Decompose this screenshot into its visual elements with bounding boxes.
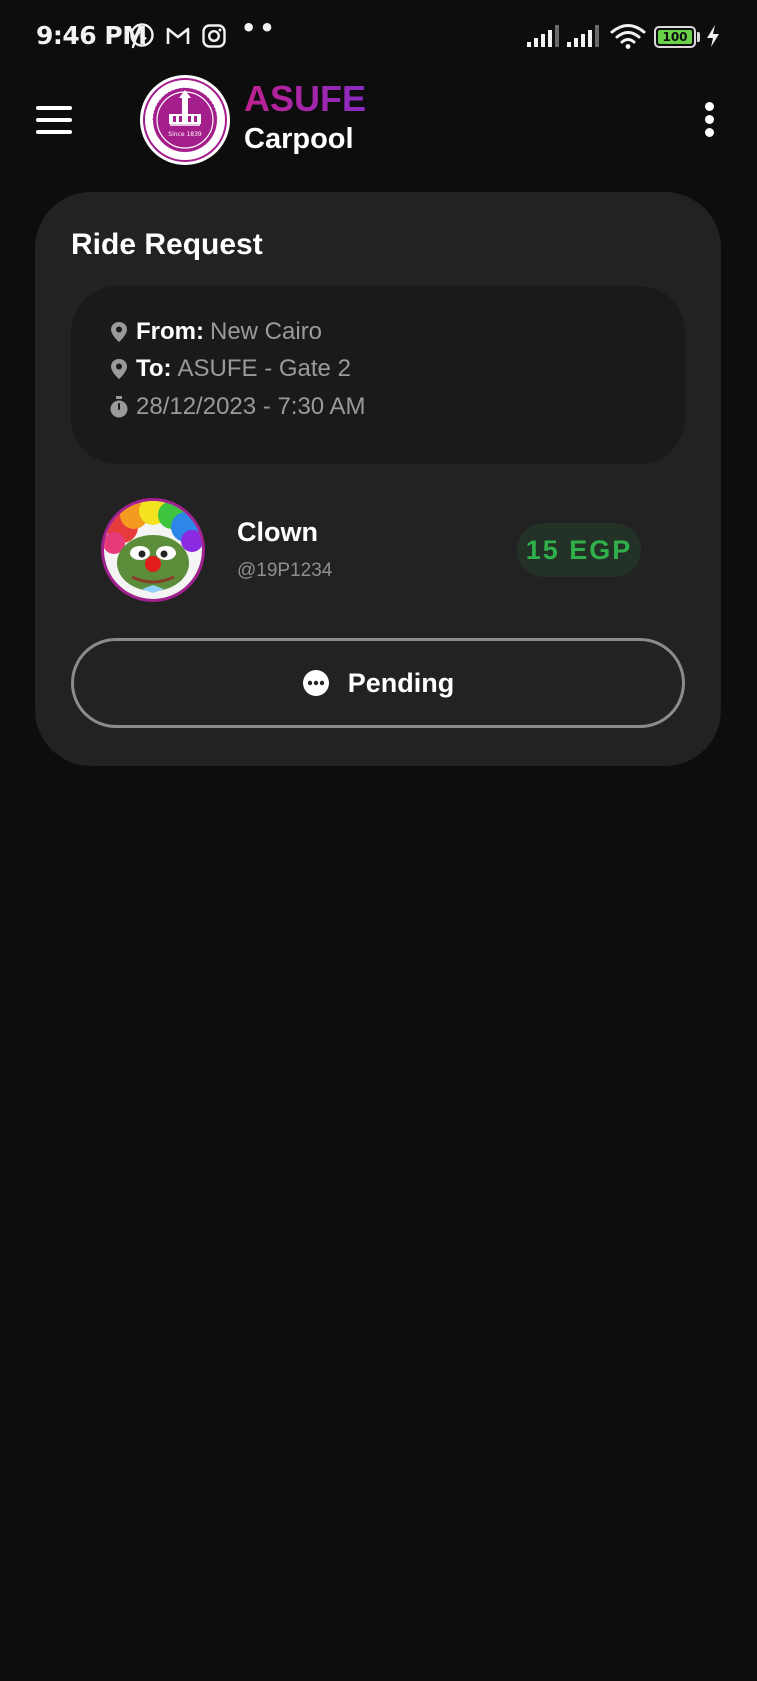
- location-pin-icon: [108, 320, 130, 344]
- menu-button[interactable]: [36, 106, 72, 134]
- brand-subtitle: Carpool: [244, 123, 354, 155]
- trip-details: From: New Cairo To: ASUFE - Gate 2 28/12…: [71, 286, 685, 464]
- passenger-name: Clown: [237, 517, 318, 547]
- stopwatch-icon: [108, 395, 130, 419]
- price-badge: 15 EGP: [517, 523, 641, 577]
- charging-icon: [704, 22, 722, 50]
- battery-icon: 100: [654, 26, 696, 48]
- from-value: New Cairo: [210, 318, 323, 345]
- signal-2-icon: [566, 22, 600, 50]
- battery-tip: [697, 32, 700, 42]
- more-horizontal-circle-icon: [302, 669, 330, 697]
- brand-title: ASUFE: [244, 78, 367, 119]
- location-pin-icon: [108, 357, 130, 381]
- more-notifications-indicator: ••: [241, 14, 278, 42]
- trip-to-row: To: ASUFE - Gate 2: [108, 353, 351, 385]
- asufe-logo: Since 1839: [139, 74, 231, 166]
- to-label: To:: [136, 355, 172, 382]
- to-value: ASUFE - Gate 2: [177, 355, 351, 382]
- ride-request-card: Ride Request From: New Cairo To: ASUFE -…: [35, 192, 721, 766]
- passenger-avatar[interactable]: [101, 498, 205, 602]
- logo-caption: Since 1839: [168, 131, 202, 138]
- wifi-icon: [610, 22, 646, 50]
- passenger-handle: @19P1234: [237, 560, 333, 581]
- pending-status-button[interactable]: Pending: [71, 638, 685, 728]
- trip-from-row: From: New Cairo: [108, 316, 322, 348]
- instagram-icon: [200, 22, 228, 50]
- gmail-icon: [164, 22, 192, 50]
- trip-datetime-row: 28/12/2023 - 7:30 AM: [108, 391, 366, 423]
- more-options-button[interactable]: [700, 102, 720, 140]
- datetime-value: 28/12/2023 - 7:30 AM: [136, 393, 366, 420]
- from-label: From:: [136, 318, 204, 345]
- signal-1-icon: [526, 22, 560, 50]
- pending-label: Pending: [347, 667, 455, 698]
- status-bar: 9:46 PM •• 100: [0, 0, 757, 76]
- battery-level: 100: [658, 30, 692, 44]
- card-title: Ride Request: [71, 228, 263, 261]
- whatsapp-icon: [128, 22, 156, 50]
